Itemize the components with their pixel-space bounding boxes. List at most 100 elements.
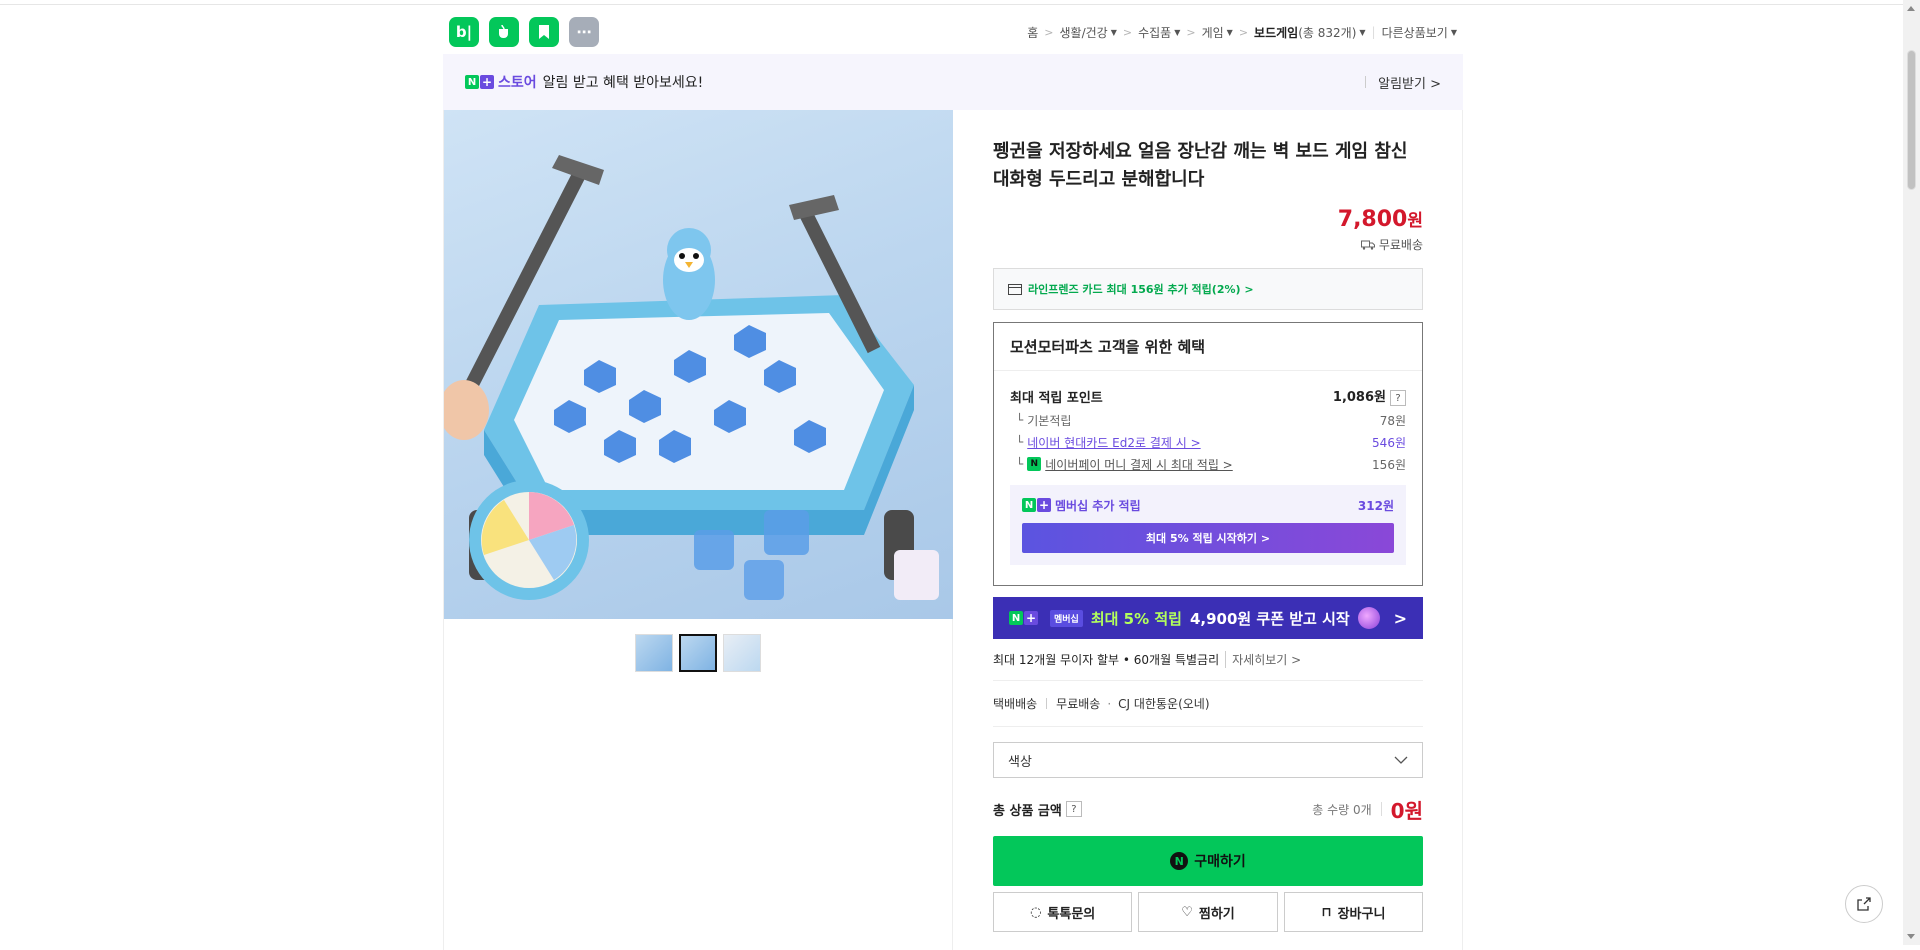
- max-points-row: 최대 적립 포인트 1,086원?: [1010, 385, 1406, 407]
- bookmark-app-icon: [539, 25, 549, 39]
- caret-down-icon: ▼: [1450, 27, 1457, 37]
- top-border: [0, 0, 1920, 5]
- breadcrumb-divider: |: [1371, 25, 1376, 39]
- membership-row: N + 멤버십 추가 적립 312원: [1022, 495, 1394, 515]
- breadcrumb-home[interactable]: 홈: [1027, 24, 1038, 41]
- bookmark-app-button[interactable]: [529, 17, 559, 47]
- breadcrumb-separator: >: [1122, 25, 1133, 39]
- store-banner-right: 알림받기 >: [1365, 73, 1441, 92]
- store-banner-message: 알림 받고 혜택 받아보세요!: [542, 75, 704, 91]
- total-right: 총 수량 0개 0원: [1312, 795, 1423, 824]
- membership-value: 312원: [1357, 498, 1394, 513]
- plus-badge: +: [1037, 498, 1051, 512]
- breadcrumb-cat3[interactable]: 게임: [1202, 24, 1224, 41]
- breadcrumb-count: (총 832개): [1298, 25, 1357, 40]
- chevron-down-icon: [1394, 756, 1408, 764]
- cart-button[interactable]: ⊓ 장바구니: [1283, 892, 1423, 932]
- caret-down-icon: ▼: [1226, 27, 1233, 37]
- top-header: b| ⋯ 홈 > 생활/건강 ▼ > 수집품 ▼ > 게임 ▼ > 보드게임 (총 83…: [443, 10, 1463, 54]
- n-badge: N: [1022, 498, 1036, 512]
- delivery-row: 택배배송 무료배송 · CJ 대한통운(오네): [993, 681, 1423, 727]
- membership-start-button[interactable]: 최대 5% 적립 시작하기 >: [1022, 523, 1394, 553]
- npay-icon: N: [1027, 457, 1042, 471]
- card-promo-text: 라인프렌즈 카드 최대 156원 추가 적립(2%) >: [1028, 283, 1254, 296]
- membership-label-wrap: N + 멤버십 추가 적립: [1022, 497, 1141, 514]
- talk-inquiry-button[interactable]: ◌ 톡톡문의: [993, 892, 1133, 932]
- product-price: 7,800원: [993, 206, 1423, 232]
- talk-label: 톡톡문의: [1047, 906, 1096, 922]
- blog-app-button[interactable]: b|: [449, 17, 479, 47]
- thumbnail-1[interactable]: [635, 634, 673, 672]
- points-amount: 156원: [1372, 457, 1406, 472]
- caret-down-icon: ▼: [1359, 27, 1366, 37]
- page-scrollbar[interactable]: [1903, 0, 1920, 945]
- scrollbar-thumb[interactable]: [1907, 50, 1916, 190]
- points-label: └ 기본적립: [1016, 413, 1072, 428]
- points-amount: 78원: [1379, 413, 1406, 428]
- breadcrumb: 홈 > 생활/건강 ▼ > 수집품 ▼ > 게임 ▼ > 보드게임 (총 832개) ▼ …: [1027, 24, 1457, 41]
- installment-detail-link[interactable]: 자세히보기 >: [1225, 651, 1301, 668]
- points-amount: 546원: [1372, 435, 1406, 450]
- points-row-npay: └ N 네이버페이 머니 결제 시 최대 적립 > 156원: [1010, 453, 1406, 475]
- benefit-heading: 모션모터파츠 고객을 위한 혜택: [994, 323, 1422, 371]
- npay-points-link[interactable]: 네이버페이 머니 결제 시 최대 적립 >: [1045, 456, 1233, 473]
- total-qty: 총 수량 0개: [1312, 802, 1372, 817]
- divider: [1380, 802, 1382, 816]
- membership-box: N + 멤버십 추가 적립 312원 최대 5% 적립 시작하기 >: [1010, 485, 1406, 565]
- thumbnail-2[interactable]: [679, 634, 717, 672]
- help-icon[interactable]: ?: [1390, 390, 1406, 407]
- dot-separator: ·: [1107, 696, 1112, 711]
- product-main-image[interactable]: [444, 110, 953, 619]
- help-icon[interactable]: ?: [1065, 801, 1082, 817]
- divider: [1046, 698, 1048, 709]
- points-label-text: 기본적립: [1027, 413, 1072, 428]
- price-unit: 원: [1407, 211, 1423, 231]
- buy-button[interactable]: N 구매하기: [993, 836, 1423, 886]
- cafe-app-button[interactable]: [489, 17, 519, 47]
- benefit-body: 최대 적립 포인트 1,086원? └ 기본적립 78원 └ 네이버 현대카드 …: [994, 371, 1422, 585]
- total-label-wrap: 총 상품 금액?: [993, 800, 1082, 819]
- installment-text: 최대 12개월 무이자 할부 • 60개월 특별금리: [993, 653, 1220, 667]
- promo-text: 4,900원 쿠폰 받고 시작: [1189, 609, 1350, 628]
- caret-down-icon: ▼: [1174, 27, 1181, 37]
- cart-label: 장바구니: [1337, 906, 1386, 922]
- page-container: b| ⋯ 홈 > 생활/건강 ▼ > 수집품 ▼ > 게임 ▼ > 보드게임 (총 83…: [443, 10, 1463, 950]
- price-value: 7,800: [1337, 207, 1408, 232]
- color-option-select[interactable]: 색상: [993, 742, 1423, 778]
- truck-icon: [1360, 240, 1375, 250]
- cafe-app-icon: [499, 24, 508, 38]
- product-title: 펭귄을 저장하세요 얼음 장난감 깨는 벽 보드 게임 참신 대화형 두드리고 …: [993, 141, 1408, 190]
- breadcrumb-separator: >: [1238, 25, 1249, 39]
- caret-down-icon: ▼: [1110, 27, 1117, 37]
- more-apps-button[interactable]: ⋯: [569, 17, 599, 47]
- breadcrumb-cat2[interactable]: 수집품: [1138, 24, 1171, 41]
- total-amount: 0원: [1390, 798, 1423, 823]
- thumbnail-3[interactable]: [723, 634, 761, 672]
- membership-label: 멤버십 추가 적립: [1055, 498, 1141, 513]
- delivery-fee: 무료배송: [1056, 697, 1101, 711]
- share-button[interactable]: [1845, 885, 1883, 923]
- breadcrumb-separator: >: [1044, 25, 1054, 39]
- wishlist-button[interactable]: ♡ 찜하기: [1138, 892, 1278, 932]
- nplus-logo-icon: N +: [1009, 611, 1038, 625]
- shipping-info: 무료배송: [993, 236, 1423, 253]
- membership-tag: 멤버십: [1050, 609, 1083, 627]
- heart-icon: ♡: [1181, 904, 1193, 920]
- breadcrumb-cat4[interactable]: 보드게임: [1254, 24, 1298, 41]
- select-placeholder: 색상: [1008, 754, 1032, 770]
- scroll-up-icon[interactable]: [1907, 6, 1915, 11]
- card-points-link[interactable]: 네이버 현대카드 Ed2로 결제 시 >: [1027, 434, 1200, 451]
- scroll-down-icon[interactable]: [1907, 934, 1915, 939]
- notify-button[interactable]: 알림받기 >: [1378, 73, 1441, 92]
- membership-promo-banner[interactable]: N + 멤버십 최대 5% 적립 4,900원 쿠폰 받고 시작 >: [993, 597, 1423, 639]
- points-label: └ N 네이버페이 머니 결제 시 최대 적립 >: [1016, 456, 1233, 473]
- delivery-method: 택배배송: [993, 697, 1038, 711]
- card-promo-bar[interactable]: 라인프렌즈 카드 최대 156원 추가 적립(2%) >: [993, 268, 1423, 310]
- total-label: 총 상품 금액: [993, 803, 1062, 819]
- points-row-basic: └ 기본적립 78원: [1010, 409, 1406, 431]
- delivery-courier: CJ 대한통운(오네): [1118, 697, 1210, 711]
- breadcrumb-cat1[interactable]: 생활/건강: [1059, 24, 1107, 41]
- other-products-link[interactable]: 다른상품보기: [1382, 24, 1448, 41]
- n-badge: N: [465, 75, 479, 89]
- max-points-label: 최대 적립 포인트: [1010, 390, 1103, 406]
